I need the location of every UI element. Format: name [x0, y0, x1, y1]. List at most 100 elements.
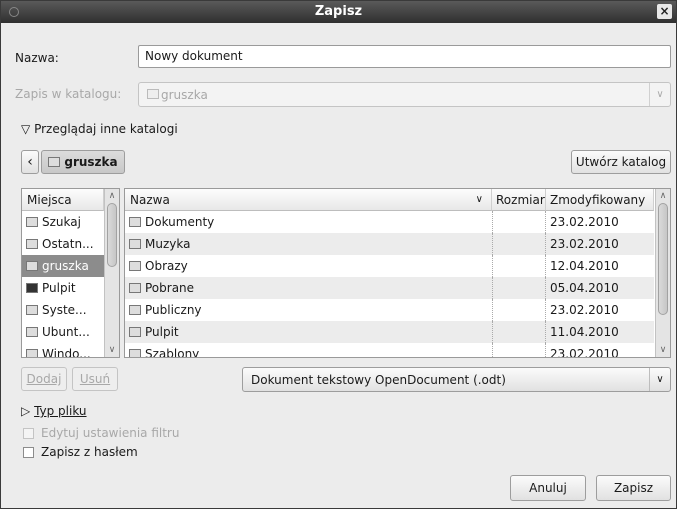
browse-expander-label: Przeglądaj inne katalogi — [34, 122, 178, 136]
places-item[interactable]: Windo... — [22, 343, 108, 357]
scroll-up-icon[interactable]: ∧ — [656, 191, 670, 201]
file-name-cell: Pulpit — [129, 321, 491, 343]
places-item-label: Szukaj — [42, 215, 81, 229]
file-name: Publiczny — [145, 303, 202, 317]
column-modified[interactable]: Zmodyfikowany — [546, 189, 654, 211]
places-item[interactable]: Ubunt... — [22, 321, 108, 343]
places-scroll-thumb[interactable] — [107, 203, 117, 267]
remove-place-button[interactable]: Usuń — [72, 367, 118, 391]
edit-filter-label: Edytuj ustawienia filtru — [41, 426, 180, 440]
templates-folder-icon — [129, 349, 141, 357]
scroll-down-icon[interactable]: ∨ — [656, 345, 670, 355]
places-item[interactable]: Ostatn... — [22, 233, 108, 255]
public-folder-icon — [129, 305, 141, 315]
column-name[interactable]: Nazwa ∨ — [125, 189, 492, 211]
file-modified: 23.02.2010 — [550, 303, 619, 317]
file-modified: 23.02.2010 — [550, 237, 619, 251]
save-label: Zapisz — [613, 481, 654, 495]
folder-combo: gruszka ∨ — [138, 82, 671, 107]
search-icon — [26, 217, 38, 227]
file-size — [492, 277, 546, 299]
places-scrollbar[interactable]: ∧ ∨ — [104, 189, 119, 357]
file-size — [492, 343, 546, 357]
file-name-cell: Muzyka — [129, 233, 491, 255]
cancel-label: Anuluj — [529, 481, 567, 495]
recent-icon — [26, 239, 38, 249]
files-scrollbar[interactable]: ∧ ∨ — [655, 189, 670, 357]
places-item-label: Pulpit — [42, 281, 76, 295]
title-bar[interactable]: Zapisz × — [1, 1, 676, 23]
window-title: Zapisz — [314, 4, 363, 19]
places-item[interactable]: Pulpit — [22, 277, 108, 299]
files-scroll-thumb[interactable] — [658, 203, 668, 315]
file-modified: 12.04.2010 — [550, 259, 619, 273]
file-modified: 23.02.2010 — [550, 347, 619, 358]
places-item[interactable]: gruszka — [22, 255, 108, 277]
filetype-expander[interactable]: ▷ Typ pliku — [21, 404, 87, 418]
add-place-label: Dodaj — [26, 372, 62, 386]
name-input[interactable]: Nowy dokument — [138, 45, 671, 68]
edit-filter-checkbox[interactable] — [23, 428, 34, 439]
expander-open-icon: ▽ — [21, 122, 31, 136]
filetype-combo[interactable]: Dokument tekstowy OpenDocument (.odt) ∨ — [242, 367, 671, 392]
column-size[interactable]: Rozmiar — [492, 189, 546, 211]
column-name-label: Nazwa — [130, 193, 170, 207]
close-button[interactable]: × — [657, 4, 672, 19]
file-row[interactable]: Obrazy 12.04.2010 — [125, 255, 654, 277]
home-folder-icon — [147, 89, 159, 99]
save-dialog: Zapisz × Nazwa: Nowy dokument Zapis w ka… — [0, 0, 677, 509]
places-item[interactable]: Syste... — [22, 299, 108, 321]
cdrom-icon — [26, 327, 38, 337]
places-panel: Miejsca Szukaj Ostatn... gruszka Pulpit Syst… — [21, 188, 120, 358]
file-row[interactable]: Muzyka 23.02.2010 — [125, 233, 654, 255]
downloads-folder-icon — [129, 283, 141, 293]
places-item[interactable]: Szukaj — [22, 211, 108, 233]
file-row[interactable]: Szablony 23.02.2010 — [125, 343, 654, 358]
file-size — [492, 233, 546, 255]
scroll-down-icon[interactable]: ∨ — [105, 345, 119, 355]
filetype-value: Dokument tekstowy OpenDocument (.odt) — [251, 373, 506, 387]
scroll-up-icon[interactable]: ∧ — [105, 191, 119, 201]
save-button[interactable]: Zapisz — [596, 475, 671, 501]
file-row[interactable]: Pobrane 05.04.2010 — [125, 277, 654, 299]
documents-folder-icon — [129, 217, 141, 227]
file-modified: 05.04.2010 — [550, 281, 619, 295]
sort-descending-icon: ∨ — [475, 194, 483, 205]
remove-place-label: Usuń — [79, 372, 111, 386]
chevron-down-icon: ∨ — [649, 83, 670, 106]
file-name-cell: Publiczny — [129, 299, 491, 321]
file-row[interactable]: Publiczny 23.02.2010 — [125, 299, 654, 321]
music-folder-icon — [129, 239, 141, 249]
password-checkbox[interactable] — [23, 447, 34, 458]
cancel-button[interactable]: Anuluj — [510, 475, 586, 501]
pictures-folder-icon — [129, 261, 141, 271]
file-row[interactable]: Dokumenty 23.02.2010 — [125, 211, 654, 233]
name-label: Nazwa: — [15, 51, 59, 65]
places-item-label: Syste... — [42, 303, 87, 317]
places-item-label: gruszka — [42, 259, 89, 273]
places-item-label: Ubunt... — [42, 325, 90, 339]
expander-closed-icon: ▷ — [21, 404, 31, 418]
file-name: Dokumenty — [145, 215, 215, 229]
create-folder-button[interactable]: Utwórz katalog — [571, 150, 671, 174]
file-name: Pulpit — [145, 325, 179, 339]
browse-expander[interactable]: ▽ Przeglądaj inne katalogi — [21, 122, 178, 136]
desktop-icon — [26, 283, 38, 293]
home-folder-icon — [26, 261, 38, 271]
file-name-cell: Pobrane — [129, 277, 491, 299]
file-modified: 11.04.2010 — [550, 325, 619, 339]
path-back-button[interactable]: ‹ — [21, 150, 39, 174]
file-name: Muzyka — [145, 237, 191, 251]
home-folder-icon — [48, 157, 61, 167]
file-name-cell: Szablony — [129, 343, 491, 358]
file-size — [492, 321, 546, 343]
places-header[interactable]: Miejsca — [22, 189, 104, 211]
file-row[interactable]: Pulpit 11.04.2010 — [125, 321, 654, 343]
path-current-button[interactable]: gruszka — [41, 150, 125, 174]
file-name: Szablony — [145, 347, 200, 358]
filetype-expander-label: Typ pliku — [34, 404, 87, 418]
file-name-cell: Dokumenty — [129, 211, 491, 233]
add-place-button[interactable]: Dodaj — [21, 367, 67, 391]
file-size — [492, 299, 546, 321]
file-name: Obrazy — [145, 259, 188, 273]
